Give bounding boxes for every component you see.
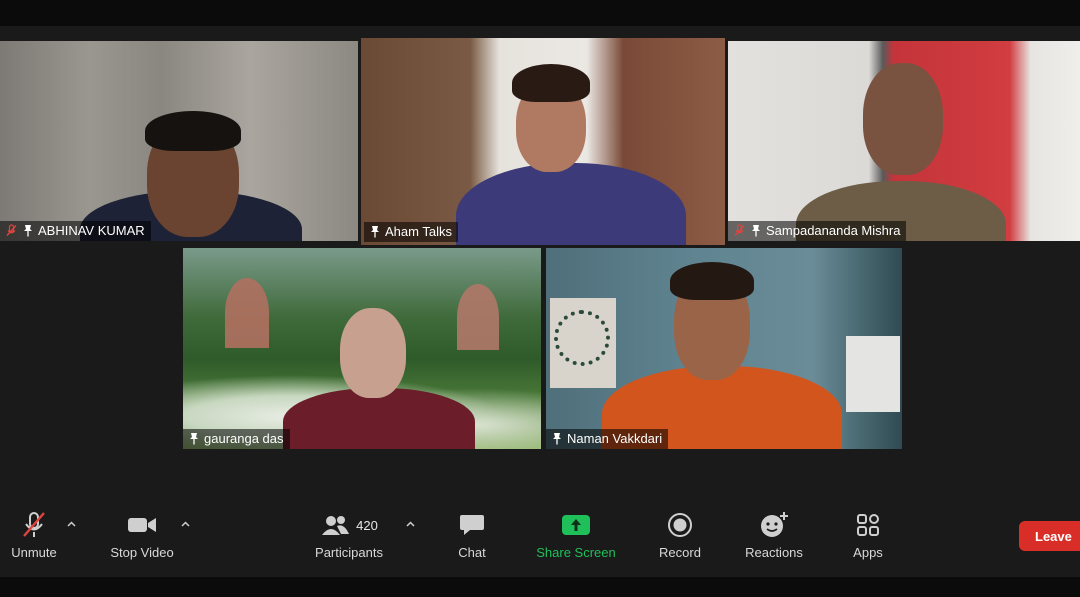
participants-button[interactable]: 420 Participants [308,510,390,560]
pavilion-right [457,284,499,350]
share-screen-label: Share Screen [536,545,616,560]
participants-icon [322,516,350,535]
participants-count: 420 [356,517,378,533]
person-hair [512,64,590,102]
leave-button[interactable]: Leave [1019,521,1080,551]
reactions-label: Reactions [745,545,803,560]
chevron-up-icon [405,521,415,527]
stop-video-button[interactable]: Stop Video [104,510,180,560]
participant-name: Naman Vakkdari [567,431,663,446]
video-tile-gauranga-das[interactable]: gauranga das [183,248,541,449]
participant-name-tag: Naman Vakkdari [546,429,669,449]
record-button[interactable]: Record [655,510,705,560]
apps-button[interactable]: Apps [848,510,888,560]
participant-name-tag: gauranga das [183,429,290,449]
participants-options-caret[interactable] [405,519,415,529]
microphone-muted-icon [734,224,745,236]
video-tile-sampadananda-mishra[interactable]: Sampadananda Mishra [728,41,1080,241]
window-top-bar [0,0,1080,26]
reactions-icon [761,512,788,537]
pin-icon [553,433,561,445]
chevron-up-icon [180,521,190,527]
participant-name-tag: Aham Talks [364,222,458,242]
chat-bubble-icon [460,515,484,535]
window-bottom-bar [0,577,1080,597]
participants-label: Participants [315,545,383,560]
wall-notice [846,336,900,412]
participant-name: Sampadananda Mishra [766,223,901,238]
video-options-caret[interactable] [180,519,190,529]
audio-options-caret[interactable] [66,519,76,529]
pin-icon [752,225,760,237]
person-hair [670,262,754,300]
participant-name: ABHINAV KUMAR [38,223,145,238]
pin-icon [190,433,198,445]
microphone-muted-icon [6,224,17,236]
video-tile-abhinav-kumar[interactable]: ABHINAV KUMAR [0,41,358,241]
person-head [863,63,943,175]
video-camera-icon [128,518,156,532]
record-label: Record [659,545,701,560]
chevron-up-icon [66,521,76,527]
participant-name: gauranga das [204,431,284,446]
unmute-label: Unmute [11,545,57,560]
chat-label: Chat [458,545,486,560]
participant-name: Aham Talks [385,224,452,239]
apps-icon [857,514,879,536]
share-screen-icon [562,515,590,535]
apps-label: Apps [853,545,883,560]
share-screen-button[interactable]: Share Screen [532,510,620,560]
video-tile-naman-vakkdari[interactable]: Naman Vakkdari [546,248,902,449]
participant-name-tag: Sampadananda Mishra [728,221,907,241]
record-icon [668,513,692,537]
person-head [340,308,406,398]
pavilion-left [225,278,269,348]
video-tile-aham-talks[interactable]: Aham Talks [361,38,725,245]
meeting-controls-toolbar: Unmute Stop Video 420 Participants Chat … [0,505,1080,577]
pin-icon [24,225,32,237]
stop-video-label: Stop Video [110,545,174,560]
person-hair [145,111,241,151]
reactions-button[interactable]: Reactions [740,510,808,560]
chat-button[interactable]: Chat [450,510,494,560]
emblem-wheel [554,310,610,366]
unmute-button[interactable]: Unmute [6,510,62,560]
microphone-muted-icon [23,512,45,537]
participant-name-tag: ABHINAV KUMAR [0,221,151,241]
pin-icon [371,226,379,238]
